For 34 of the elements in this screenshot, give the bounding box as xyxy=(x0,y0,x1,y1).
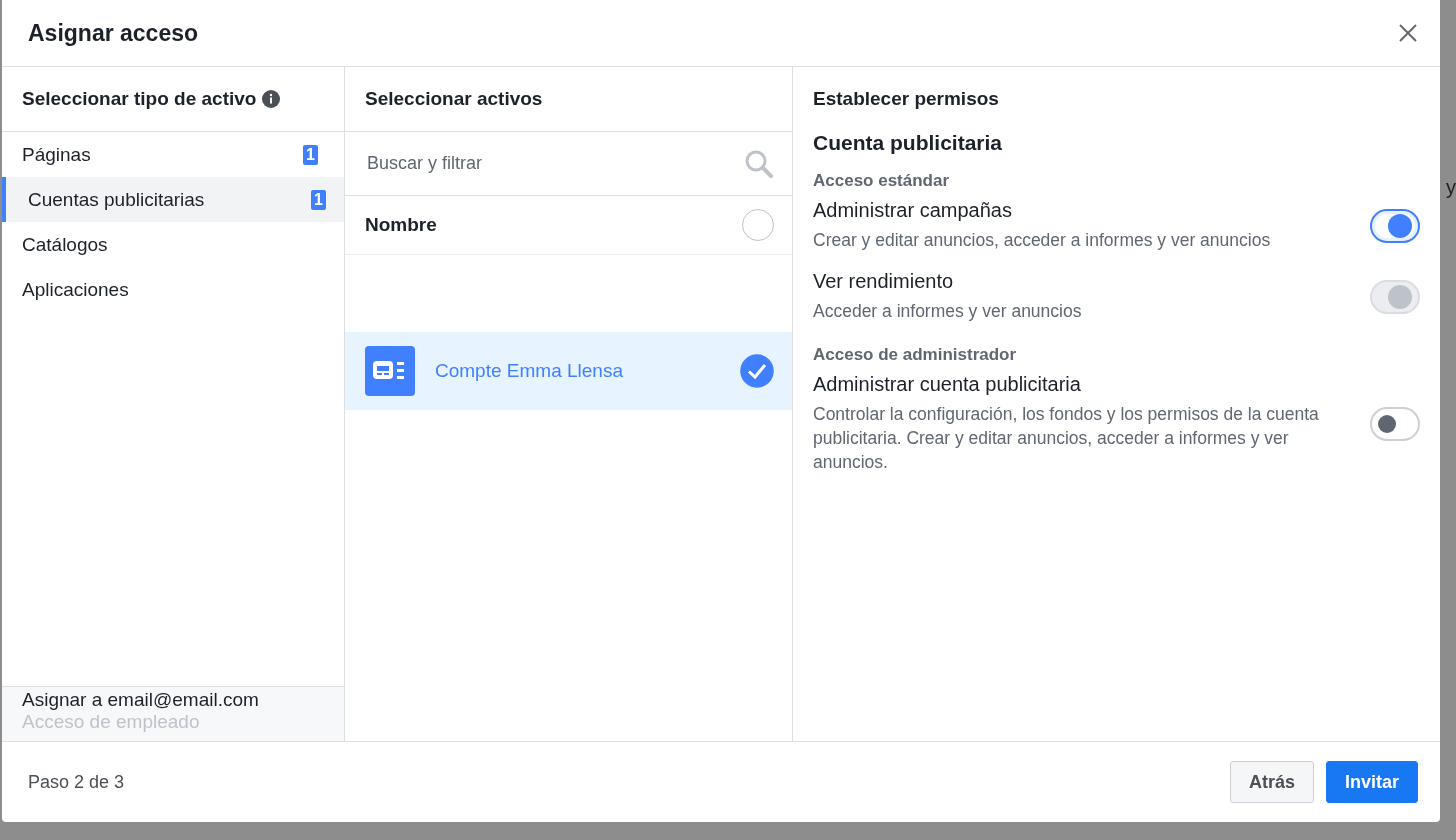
toggle-switch[interactable] xyxy=(1370,406,1420,441)
group-title: Acceso estándar xyxy=(813,171,951,191)
permission-name: Ver rendimiento xyxy=(813,270,955,293)
search-icon xyxy=(744,148,774,179)
permission-description: Controlar la configuración, los fondos y los permisos de la cuenta publicitaria. Crear y editar anuncios, acceder a informes y ver anuncios. xyxy=(813,403,1320,474)
group-title: Acceso de administrador xyxy=(813,345,1018,365)
asset-type-item[interactable]: Aplicaciones xyxy=(2,267,344,312)
invite-button[interactable]: Invitar xyxy=(1325,761,1418,803)
asset-type-item[interactable]: Cuentas publicitarias 1 xyxy=(2,177,344,222)
back-button[interactable]: Atrás xyxy=(1229,761,1314,803)
column-heading: Establecer permisos xyxy=(813,88,999,110)
toggle-switch[interactable] xyxy=(1370,208,1420,243)
info-icon xyxy=(262,90,281,108)
role-text: Acceso de empleado xyxy=(22,711,201,733)
assignee-text: Asignar a email@email.com xyxy=(22,689,260,711)
checkmark-icon[interactable] xyxy=(740,354,774,388)
background-text: y xyxy=(1446,176,1456,199)
ad-account-icon xyxy=(365,346,415,396)
column-heading: Seleccionar tipo de activo xyxy=(22,88,257,110)
asset-type-item[interactable]: Catálogos xyxy=(2,222,344,267)
step-indicator: Paso 2 de 3 xyxy=(28,771,125,793)
section-title: Cuenta publicitaria xyxy=(813,131,1004,155)
permission-description: Acceder a informes y ver anuncios xyxy=(813,300,1083,323)
count-badge: 1 xyxy=(311,189,326,210)
permission-name: Administrar cuenta publicitaria xyxy=(813,373,1082,396)
column-heading: Seleccionar activos xyxy=(365,88,543,110)
asset-name: Compte Emma Llensa xyxy=(435,360,624,382)
dialog-title: Asignar acceso xyxy=(28,19,199,47)
column-header: Nombre xyxy=(365,214,437,236)
permission-name: Administrar campañas xyxy=(813,199,1013,222)
asset-type-item[interactable]: Páginas 1 xyxy=(2,132,344,177)
count-badge: 1 xyxy=(303,144,318,165)
permission-description: Crear y editar anuncios, acceder a informes y ver anuncios xyxy=(813,229,1272,252)
search-field[interactable]: Buscar y filtrar xyxy=(365,152,744,175)
